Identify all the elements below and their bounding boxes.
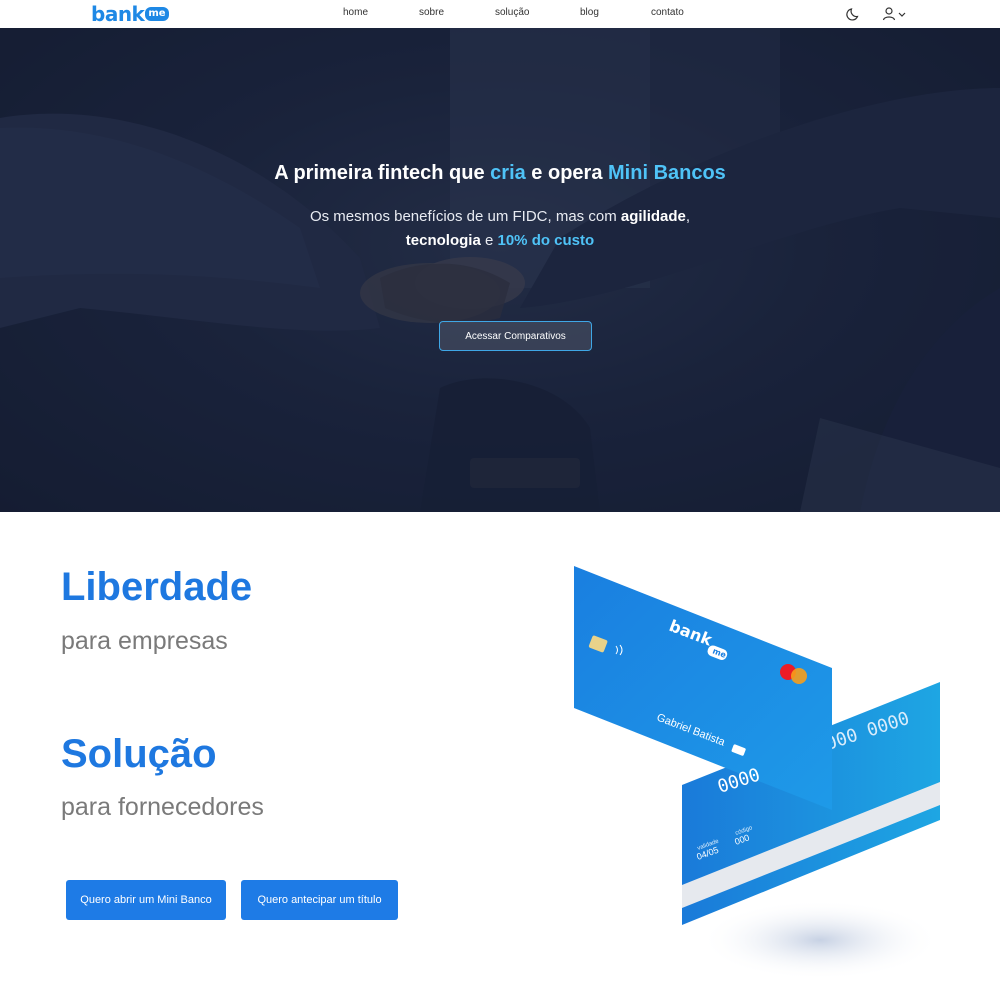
- hero-section: A primeira fintech que cria e opera Mini…: [0, 28, 1000, 512]
- feature-title-solucao: Solução: [61, 732, 217, 776]
- nav-link-blog[interactable]: blog: [580, 7, 599, 19]
- feature-subtitle-empresas: para empresas: [61, 627, 228, 655]
- nav-link-contato[interactable]: contato: [651, 7, 684, 19]
- hero-title: A primeira fintech que cria e opera Mini…: [0, 160, 1000, 186]
- navbar: bank me home sobre solução blog contato: [0, 0, 1000, 28]
- hero-title-text: e opera: [525, 162, 609, 184]
- nav-link-solucao[interactable]: solução: [495, 7, 529, 19]
- moon-icon[interactable]: [845, 5, 863, 23]
- card-shadow: [700, 900, 940, 980]
- feature-title-liberdade: Liberdade: [61, 565, 253, 609]
- chevron-down-icon[interactable]: [896, 5, 908, 23]
- hero-title-text: A primeira fintech que: [274, 162, 491, 184]
- brand-badge: me: [145, 7, 169, 21]
- hero-subtitle-text: e: [480, 232, 498, 249]
- hero-overlay: [0, 28, 1000, 512]
- hero-title-highlight: Mini Bancos: [608, 162, 726, 184]
- nav-link-home[interactable]: home: [343, 7, 368, 19]
- feature-subtitle-fornecedores: para fornecedores: [61, 793, 264, 821]
- anticipate-title-button[interactable]: Quero antecipar um título: [241, 880, 398, 920]
- hero-subtitle: Os mesmos benefícios de um FIDC, mas com…: [250, 205, 750, 253]
- hero-subtitle-bold: tecnologia: [405, 232, 481, 249]
- nav-link-sobre[interactable]: sobre: [419, 7, 444, 19]
- front-card: [574, 566, 832, 810]
- hero-subtitle-text: ,: [685, 208, 691, 225]
- hero-subtitle-highlight: 10% do custo: [497, 232, 595, 249]
- hero-subtitle-text: Os mesmos benefícios de um FIDC, mas com: [309, 208, 621, 225]
- hero-title-highlight: cria: [490, 162, 526, 184]
- hero-subtitle-bold: agilidade: [620, 208, 686, 225]
- mastercard-orange-circle: [791, 668, 807, 684]
- brand-name: bank: [91, 2, 145, 26]
- compare-button[interactable]: Acessar Comparativos: [439, 321, 592, 351]
- brand-logo[interactable]: bank me: [91, 3, 169, 25]
- open-mini-bank-button[interactable]: Quero abrir um Mini Banco: [66, 880, 226, 920]
- credit-cards-illustration: 000 0000 validade 04/05 código 000 bank …: [574, 566, 940, 980]
